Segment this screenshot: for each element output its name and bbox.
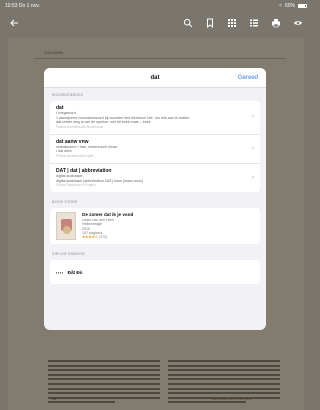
grid-icon[interactable] [227,18,237,28]
search-icon[interactable] [183,18,193,28]
entry-source: Oxford Dictionary of English [56,183,96,188]
modal-title: dat [150,74,160,81]
header-rule [34,58,286,59]
status-bar: 10:53 Do 1 nov. ≈ 60% [0,0,312,12]
battery-icon [298,4,307,8]
entry-source: Prisma woordenboek Nederlands [56,124,104,129]
page-number: 41 [52,396,57,401]
entry-source: Prisma Nederlands-Engels [56,153,94,158]
book-row[interactable]: De zomer dat ik je vond Lizzie van den H… [50,208,260,244]
bookmark-icon[interactable] [205,18,215,28]
modal-header: dat Gereed [44,68,266,88]
list-icon[interactable] [249,18,259,28]
book-info: De zomer dat ik je vond Lizzie van den H… [82,212,133,240]
toolbar-actions [183,18,303,28]
siri-source-mark: ▪▪▪▪ [56,269,64,275]
chapter-header: COLUMN [44,50,64,55]
siri-card[interactable]: ▪▪▪▪ Đất Đỏ [50,260,260,285]
book-rating: ★★★★☆ (475) [82,235,133,239]
status-left: 10:53 Do 1 nov. [5,3,40,9]
dictionary-entry[interactable]: dat aanw vnw verbalwoord » that, »meervo… [50,135,260,164]
chevron-right-icon: › [252,145,254,152]
done-button[interactable]: Gereed [238,75,258,81]
dictionary-entry[interactable]: DAT | dat | abbreviation digital audiota… [50,164,260,192]
book-cover-image [56,212,76,241]
chevron-right-icon: › [252,114,254,121]
status-time: 10:53 [5,3,18,9]
bookstore-section-label: BOOK STORE [52,200,78,205]
chevron-right-icon: › [252,175,254,182]
back-arrow-icon[interactable] [9,18,19,28]
battery-percent: 60% [284,3,295,9]
dictionary-section-label: WOORDENBOEK [52,93,84,97]
reader-toolbar [0,12,312,34]
print-icon[interactable] [271,18,281,28]
dictionary-entry[interactable]: dat I voegwoord 1 aanwijzend voornaamwoo… [50,101,260,135]
page-footer: DE ZOMER DAT IK JE VOND [212,397,252,401]
status-right: ≈ 60% [279,3,307,9]
wifi-icon: ≈ [279,3,282,9]
dictionary-card: dat I voegwoord 1 aanwijzend voornaamwoo… [50,101,260,193]
siri-title: Đất Đỏ [67,269,83,275]
bookstore-card[interactable]: De zomer dat ik je vond Lizzie van den H… [50,208,260,245]
rating-stars: ★★★★☆ [82,234,99,239]
view-icon[interactable] [293,18,303,28]
siri-section-label: SIRI-INFORMATIE [52,252,86,257]
lookup-modal: dat Gereed WOORDENBOEK dat I voegwoord 1… [44,68,266,330]
status-date: Do 1 nov. [18,3,40,9]
text-column-left [48,360,160,406]
rating-count: (475) [99,234,108,239]
